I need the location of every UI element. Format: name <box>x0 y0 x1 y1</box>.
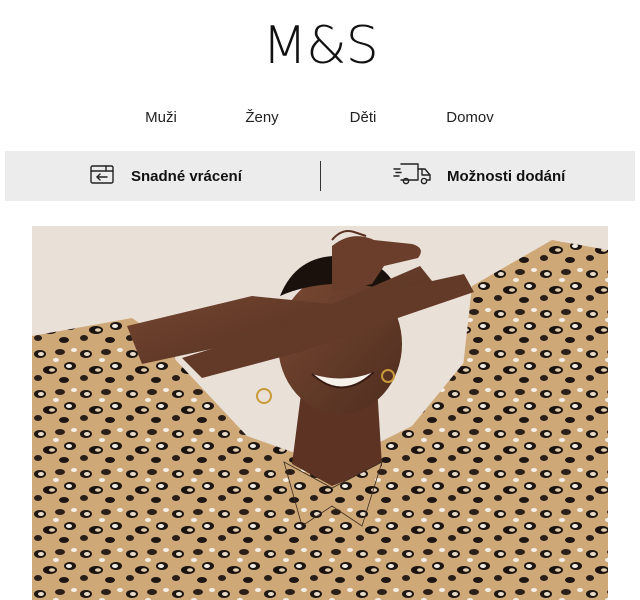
nav-item-home[interactable]: Domov <box>446 106 494 130</box>
brand-logo[interactable]: M&S <box>0 14 640 78</box>
delivery-options-link[interactable]: Možnosti dodání <box>393 151 565 201</box>
hero-image[interactable] <box>32 226 608 600</box>
easy-returns-label: Snadné vrácení <box>131 167 242 185</box>
delivery-options-label: Možnosti dodání <box>447 167 566 185</box>
hero-photo-illustration <box>32 226 608 600</box>
email-page: M&S Muži Ženy Děti Domov Snadné vrácení <box>0 0 640 600</box>
benefits-divider <box>320 161 321 191</box>
benefits-bar: Snadné vrácení Možnosti dodání <box>5 151 635 201</box>
nav-item-kids[interactable]: Děti <box>350 106 377 130</box>
delivery-truck-icon <box>393 161 433 192</box>
easy-returns-link[interactable]: Snadné vrácení <box>89 151 242 201</box>
nav-item-men[interactable]: Muži <box>145 106 177 130</box>
main-nav: Muži Ženy Děti Domov <box>0 106 640 130</box>
return-parcel-icon <box>89 162 117 191</box>
nav-item-women[interactable]: Ženy <box>245 106 278 130</box>
